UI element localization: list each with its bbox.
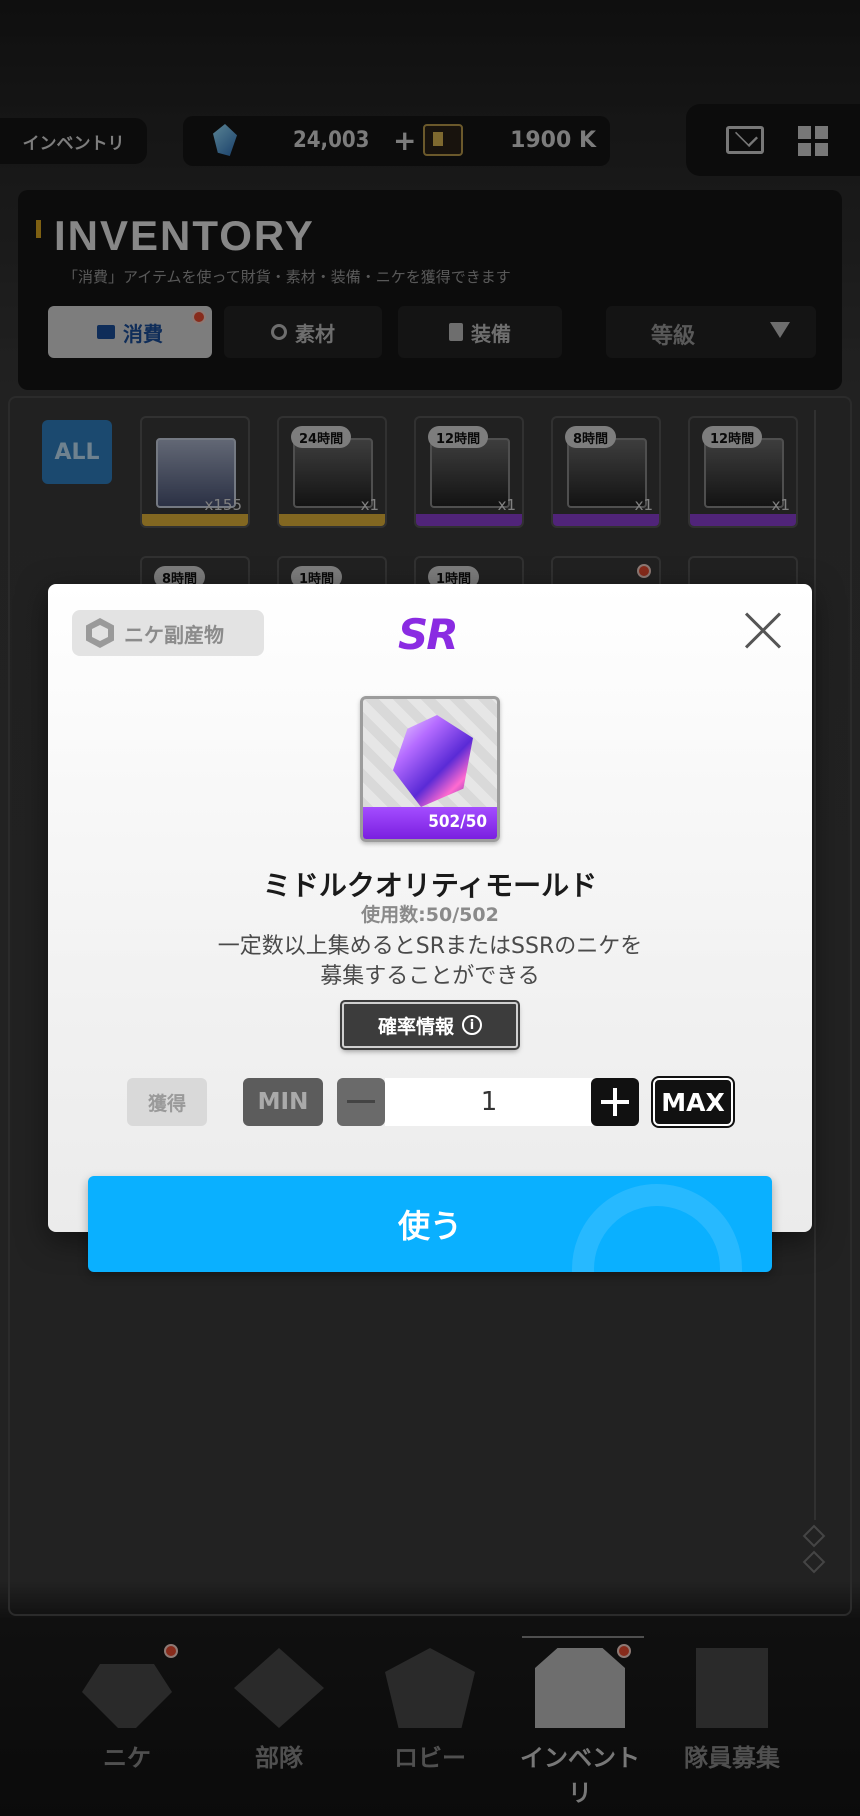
hexagon-icon	[86, 618, 114, 648]
crystal-icon	[393, 715, 473, 807]
max-button[interactable]: MAX	[653, 1078, 733, 1126]
use-button[interactable]: 使う	[88, 1176, 772, 1272]
item-category-label: ニケ副産物	[124, 622, 224, 647]
use-button-label: 使う	[397, 1207, 462, 1245]
rate-info-button[interactable]: 確率情報 i	[342, 1002, 518, 1048]
description-line: 募集することができる	[320, 964, 540, 989]
owned-quantity: 502/50	[428, 812, 487, 832]
button-decoration	[572, 1184, 742, 1272]
rarity-badge: SR	[398, 610, 459, 659]
info-icon: i	[462, 1015, 482, 1035]
description-line: 一定数以上集めるとSRまたはSSRのニケを	[217, 934, 643, 959]
acquire-button[interactable]: 獲得	[127, 1078, 207, 1126]
usage-count: 使用数:50/502	[361, 904, 499, 926]
close-icon[interactable]	[742, 610, 784, 652]
item-category-tag: ニケ副産物	[72, 610, 264, 656]
increment-button[interactable]	[591, 1078, 639, 1126]
decrement-button[interactable]	[337, 1078, 385, 1126]
min-button[interactable]: MIN	[243, 1078, 323, 1126]
quantity-input[interactable]	[385, 1078, 593, 1126]
owned-quantity-bar: 502/50	[363, 807, 497, 839]
item-description: 一定数以上集めるとSRまたはSSRのニケを 募集することができる	[128, 932, 732, 992]
item-detail-modal: ニケ副産物 SR 502/50 ミドルクオリティモールド 使用数:50/502 …	[48, 584, 812, 1232]
rate-info-label: 確率情報	[377, 1015, 454, 1038]
item-name: ミドルクオリティモールド	[262, 869, 598, 902]
item-thumbnail: 502/50	[360, 696, 500, 842]
